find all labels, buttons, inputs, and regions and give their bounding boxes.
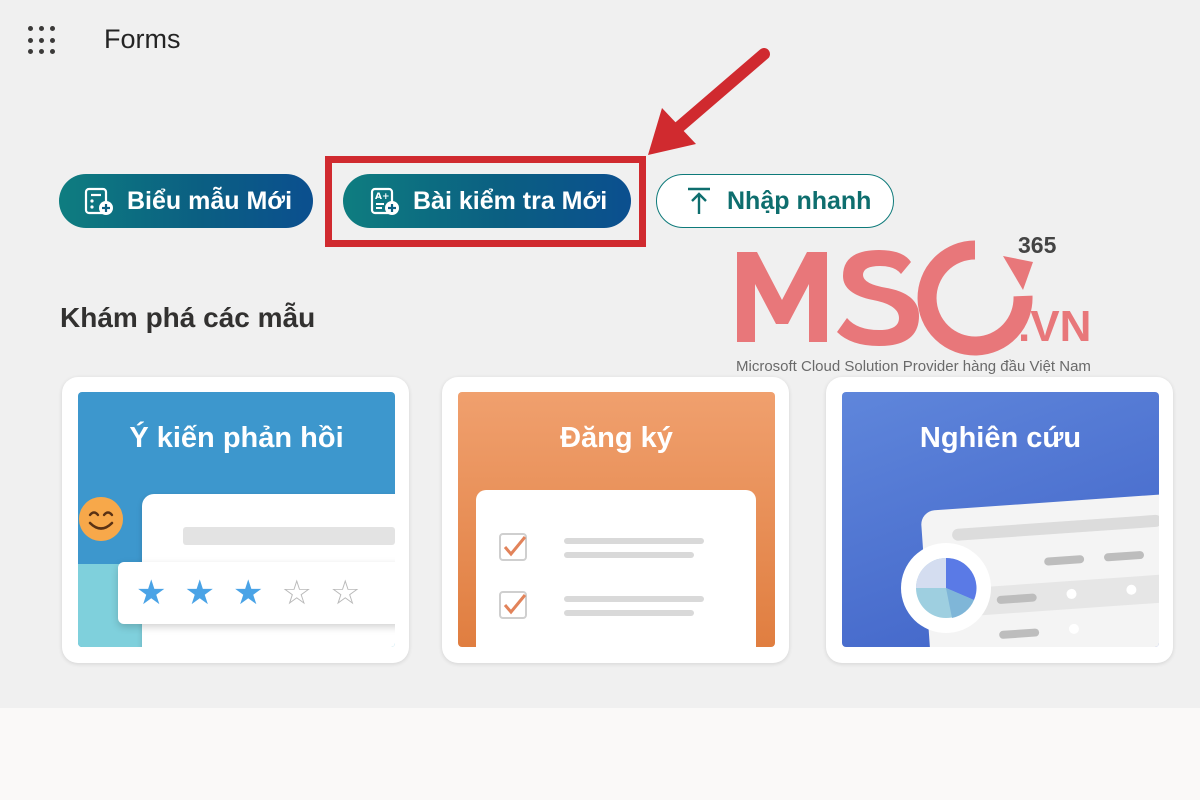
checkbox-checked-icon bbox=[499, 591, 527, 619]
smiley-icon bbox=[79, 497, 123, 541]
template-card-registration[interactable]: Đăng ký bbox=[442, 377, 789, 663]
card-title: Nghiên cứu bbox=[919, 422, 1082, 454]
card-title: Ý kiến phản hồi bbox=[129, 422, 344, 454]
app-launcher-icon[interactable] bbox=[28, 26, 58, 56]
logo-caption: Microsoft Cloud Solution Provider hàng đ… bbox=[736, 358, 1091, 375]
forms-app: Forms Biểu mẫu Mới A+ Bài kiểm tra Mới N… bbox=[0, 0, 1200, 708]
card-illustration: Nghiên cứu bbox=[842, 392, 1159, 647]
star-rating: ★ ★ ★ ☆ ☆ bbox=[118, 562, 395, 624]
logo-suffix: .VN bbox=[1018, 302, 1092, 351]
app-title[interactable]: Forms bbox=[104, 24, 181, 55]
red-arrow-icon bbox=[648, 48, 770, 155]
checklist-row bbox=[498, 532, 718, 562]
upload-icon bbox=[683, 185, 715, 217]
new-form-label: Biểu mẫu Mới bbox=[127, 186, 293, 215]
star-empty-icon: ☆ bbox=[281, 574, 312, 612]
star-filled-icon: ★ bbox=[232, 574, 264, 612]
checklist-row bbox=[498, 590, 718, 620]
card-illustration: ★ ★ ★ ☆ ☆ Ý kiến phản hồi bbox=[78, 392, 395, 647]
star-empty-icon: ☆ bbox=[329, 574, 361, 612]
card-title: Đăng ký bbox=[560, 422, 673, 454]
template-card-feedback[interactable]: ★ ★ ★ ☆ ☆ Ý kiến phản hồi bbox=[62, 377, 409, 663]
quick-import-button[interactable]: Nhập nhanh bbox=[656, 174, 894, 228]
template-card-research[interactable]: Nghiên cứu bbox=[826, 377, 1173, 663]
section-title: Khám phá các mẫu bbox=[60, 302, 316, 333]
highlight-box bbox=[325, 156, 646, 247]
star-filled-icon: ★ bbox=[136, 574, 167, 612]
page-footer-area bbox=[0, 708, 1200, 800]
new-form-button[interactable]: Biểu mẫu Mới bbox=[59, 174, 313, 228]
logo-superscript: 365 bbox=[1018, 232, 1057, 258]
star-filled-icon: ★ bbox=[184, 574, 215, 612]
card-illustration: Đăng ký bbox=[458, 392, 775, 647]
checkbox-checked-icon bbox=[499, 533, 527, 561]
pie-chart-icon bbox=[901, 543, 991, 633]
quick-import-label: Nhập nhanh bbox=[727, 186, 872, 215]
form-add-icon bbox=[83, 185, 115, 217]
